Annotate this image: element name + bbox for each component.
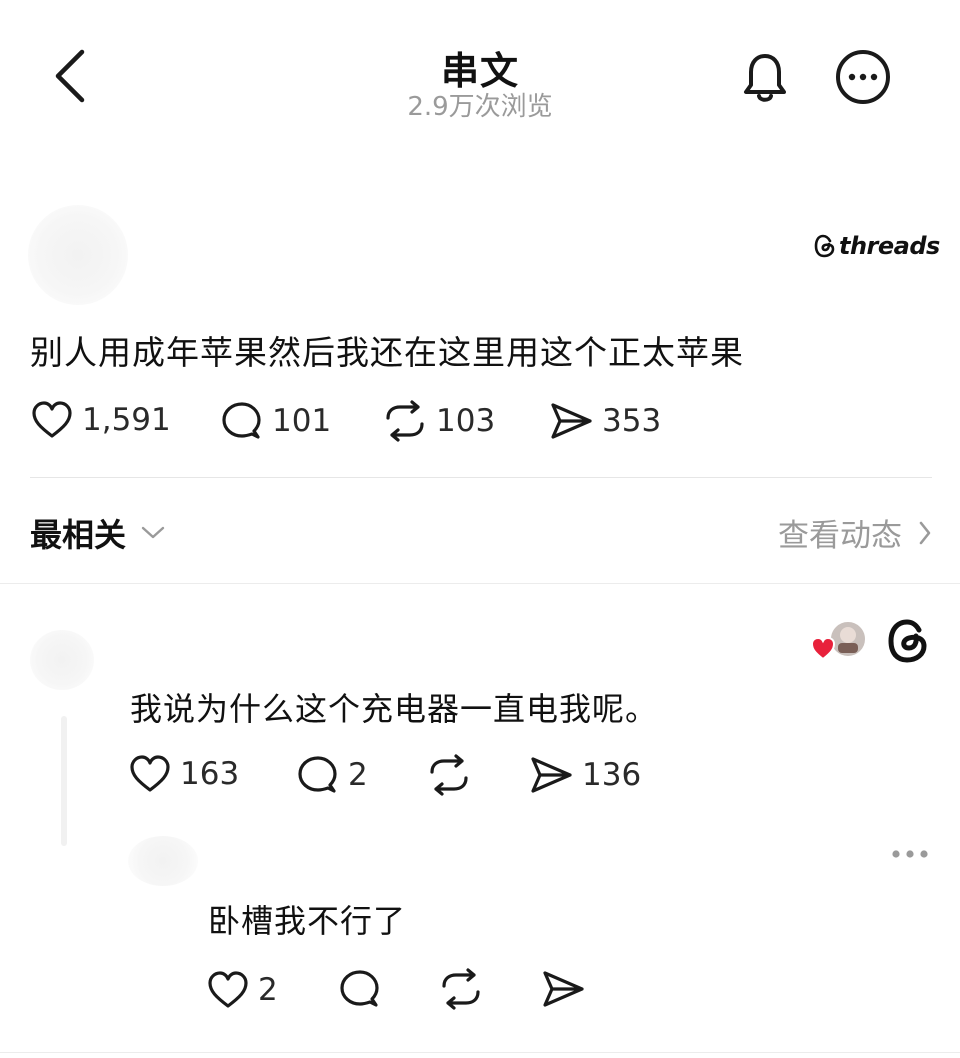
heart-icon — [32, 401, 72, 438]
view-activity-link[interactable]: 查看动态 — [778, 510, 932, 555]
comment-count: 2 — [348, 757, 368, 793]
reply-repost-button[interactable] — [438, 968, 492, 1010]
like-count: 1,591 — [82, 402, 171, 438]
view-activity-label: 查看动态 — [778, 518, 902, 554]
comment-like-button[interactable]: 163 — [128, 754, 239, 794]
comment-body: 我说为什么这个充电器一直电我呢。 — [130, 690, 659, 728]
comment-author-avatar[interactable] — [30, 630, 94, 690]
liked-by-author-badge — [810, 619, 868, 661]
reply-author-avatar[interactable] — [128, 836, 198, 886]
post-comment-button[interactable]: 101 — [220, 400, 331, 442]
comment-share-button[interactable]: 136 — [528, 754, 641, 796]
comment-bubble-icon — [298, 756, 337, 793]
reply-comment-button[interactable] — [338, 968, 390, 1010]
reply-like-button[interactable]: 2 — [206, 970, 278, 1010]
view-count: 2.9万次浏览 — [407, 92, 553, 122]
chevron-down-icon — [141, 526, 165, 539]
like-count: 2 — [258, 972, 278, 1008]
sort-dropdown[interactable]: 最相关 — [30, 510, 166, 556]
thread-connector-line — [61, 716, 67, 846]
send-icon — [531, 757, 572, 793]
repost-icon — [386, 400, 424, 442]
share-count: 353 — [602, 403, 662, 439]
post-author-avatar[interactable] — [28, 205, 128, 305]
heart-icon — [208, 971, 248, 1008]
post-share-button[interactable]: 353 — [548, 400, 661, 442]
comment-count: 101 — [272, 403, 332, 439]
divider — [30, 477, 932, 478]
divider — [0, 1052, 960, 1053]
more-options-icon[interactable] — [888, 840, 932, 868]
post-repost-button[interactable]: 103 — [382, 400, 495, 442]
threads-wordmark: threads — [839, 232, 940, 260]
more-options-icon[interactable] — [832, 46, 894, 108]
repost-count: 103 — [436, 403, 496, 439]
post-like-button[interactable]: 1,591 — [30, 400, 171, 440]
bell-icon[interactable] — [734, 48, 796, 106]
share-count: 136 — [582, 757, 642, 793]
comment-reply-button[interactable]: 2 — [296, 754, 368, 796]
comment-repost-button[interactable] — [426, 754, 480, 796]
post-body: 别人用成年苹果然后我还在这里用这个正太苹果 — [30, 333, 744, 372]
sort-label: 最相关 — [30, 516, 127, 554]
repost-icon — [430, 754, 468, 796]
divider — [0, 583, 960, 584]
like-count: 163 — [180, 756, 240, 792]
send-icon — [543, 971, 584, 1007]
reply-share-button[interactable] — [540, 968, 594, 1010]
threads-watermark: threads — [814, 232, 940, 260]
red-heart-icon — [810, 636, 836, 661]
threads-logo-icon — [814, 234, 835, 258]
threads-logo-icon — [886, 618, 930, 664]
reply-body: 卧槽我不行了 — [208, 902, 407, 940]
heart-icon — [130, 755, 170, 792]
comment-bubble-icon — [222, 402, 261, 439]
comment-bubble-icon — [340, 970, 379, 1007]
chevron-right-icon — [919, 521, 931, 544]
send-icon — [551, 403, 592, 439]
repost-icon — [442, 968, 480, 1010]
